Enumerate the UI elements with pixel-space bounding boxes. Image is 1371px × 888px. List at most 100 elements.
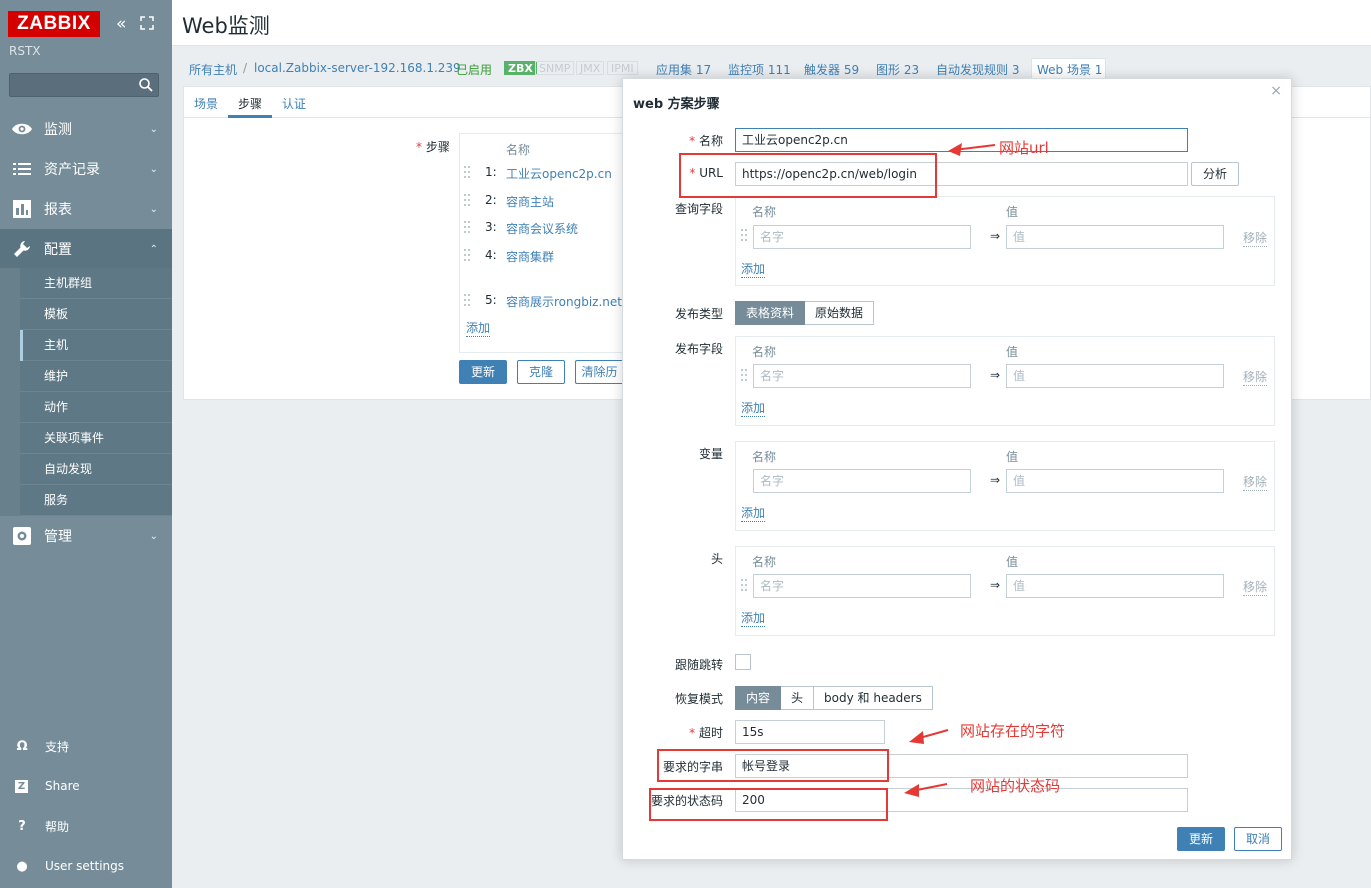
query-name-input[interactable]: 名字 (753, 225, 971, 249)
follow-redirects-checkbox[interactable] (735, 654, 751, 670)
clear-history-button[interactable]: 清除历 (575, 360, 623, 384)
menu-inventory[interactable]: 资产记录 ⌄ (0, 149, 172, 189)
dialog-update-button[interactable]: 更新 (1177, 827, 1225, 851)
step-number: 5: (485, 293, 497, 307)
header-name-input[interactable]: 名字 (753, 574, 971, 598)
drag-handle-icon[interactable] (741, 229, 749, 245)
chevron-up-icon: ⌃ (149, 243, 158, 255)
variable-name-input[interactable]: 名字 (753, 469, 971, 493)
required-string-highlight-box (657, 749, 889, 782)
query-remove-button[interactable]: 移除 (1243, 229, 1268, 247)
submenu-services[interactable]: 服务 (20, 485, 172, 516)
step-link[interactable]: 工业云openc2p.cn (506, 165, 612, 182)
nav-applications[interactable]: 应用集 17 (656, 61, 711, 78)
step-number: 3: (485, 220, 497, 234)
timeout-label-text: 超时 (698, 726, 723, 740)
nav-graphs[interactable]: 图形 23 (876, 61, 919, 78)
retrieve-mode-headers[interactable]: 头 (781, 686, 815, 710)
variable-value-header: 值 (1006, 450, 1019, 464)
headset-icon: Ω (16, 738, 28, 754)
menu-configuration[interactable]: 配置 ⌃ (0, 229, 172, 269)
collapse-sidebar-icon[interactable]: « (116, 14, 126, 34)
menu-monitoring[interactable]: 监测 ⌄ (0, 109, 172, 149)
breadcrumb-all-hosts[interactable]: 所有主机 (189, 61, 237, 78)
drag-handle-icon[interactable] (464, 166, 472, 182)
post-type-raw-data[interactable]: 原始数据 (805, 301, 875, 325)
drag-handle-icon[interactable] (464, 194, 472, 210)
post-remove-button[interactable]: 移除 (1243, 368, 1268, 386)
submenu-actions[interactable]: 动作 (20, 392, 172, 423)
add-step-link[interactable]: 添加 (466, 319, 491, 337)
update-button[interactable]: 更新 (459, 360, 507, 384)
user-icon: ● (16, 858, 28, 874)
submenu-correlation[interactable]: 关联项事件 (20, 423, 172, 454)
menu-reports[interactable]: 报表 ⌄ (0, 189, 172, 229)
user-settings-link[interactable]: ● User settings (0, 846, 172, 886)
help-link[interactable]: ? 帮助 (0, 806, 172, 846)
submenu-host-groups[interactable]: 主机群组 (20, 268, 172, 299)
nav-triggers[interactable]: 触发器 59 (804, 61, 859, 78)
submenu-maintenance[interactable]: 维护 (20, 361, 172, 392)
parse-button[interactable]: 分析 (1191, 162, 1239, 186)
chevron-down-icon: ⌄ (149, 163, 158, 175)
step-link[interactable]: 容商会议系统 (506, 220, 578, 237)
post-value-placeholder: 值 (1013, 369, 1026, 383)
post-name-placeholder: 名字 (760, 369, 785, 383)
chevron-down-icon: ⌄ (149, 123, 158, 135)
search-input[interactable] (9, 73, 159, 97)
post-type-form-data[interactable]: 表格资料 (735, 301, 806, 325)
post-add-button[interactable]: 添加 (741, 399, 766, 417)
submenu-templates[interactable]: 模板 (20, 299, 172, 330)
variable-value-input[interactable]: 值 (1006, 469, 1224, 493)
variable-remove-button[interactable]: 移除 (1243, 473, 1268, 491)
sidebar: ZABBIX « RSTX 监测 ⌄ 资产记录 ⌄ 报表 ⌄ 配置 ⌃ 主机群组… (0, 0, 172, 888)
kiosk-mode-icon[interactable] (140, 16, 154, 30)
support-label: 支持 (45, 739, 70, 754)
search-icon[interactable] (138, 77, 154, 93)
drag-handle-icon[interactable] (741, 369, 749, 385)
timeout-field[interactable]: 15s (735, 720, 885, 744)
support-link[interactable]: Ω 支持 (0, 726, 172, 766)
tab-authentication[interactable]: 认证 (282, 95, 306, 112)
host-status[interactable]: 已启用 (456, 61, 492, 78)
tab-steps[interactable]: 步骤 (238, 95, 262, 112)
arrow-icon: ⇒ (990, 473, 1001, 487)
nav-items[interactable]: 监控项 111 (728, 61, 791, 78)
menu-administration[interactable]: 管理 ⌄ (0, 516, 172, 556)
query-add-button[interactable]: 添加 (741, 260, 766, 278)
breadcrumb-host[interactable]: local.Zabbix-server-192.168.1.239 (254, 61, 461, 75)
submenu-hosts[interactable]: 主机 (20, 330, 172, 361)
step-link[interactable]: 容商主站 (506, 193, 554, 210)
header-name-placeholder: 名字 (760, 579, 785, 593)
header-remove-button[interactable]: 移除 (1243, 578, 1268, 596)
logo-row: ZABBIX « (8, 11, 164, 37)
close-icon[interactable]: × (1270, 83, 1282, 99)
retrieve-mode-both[interactable]: body 和 headers (814, 686, 933, 710)
nav-discovery-rules[interactable]: 自动发现规则 3 (936, 61, 1019, 78)
drag-handle-icon[interactable] (741, 579, 749, 595)
drag-handle-icon[interactable] (464, 249, 472, 265)
clone-button[interactable]: 克隆 (517, 360, 565, 384)
nav-web-scenarios[interactable]: Web 场景 1 (1037, 61, 1102, 78)
query-value-placeholder: 值 (1013, 230, 1026, 244)
step-link[interactable]: 容商展示rongbiz.net (506, 293, 622, 310)
submenu-discovery[interactable]: 自动发现 (20, 454, 172, 485)
step-link[interactable]: 容商集群 (506, 248, 554, 265)
retrieve-mode-body[interactable]: 内容 (735, 686, 782, 710)
share-link[interactable]: Z Share (0, 766, 172, 806)
variable-add-button[interactable]: 添加 (741, 504, 766, 522)
drag-handle-icon[interactable] (464, 221, 472, 237)
arrow-icon: ⇒ (990, 368, 1001, 382)
post-value-input[interactable]: 值 (1006, 364, 1224, 388)
drag-handle-icon[interactable] (464, 294, 472, 310)
tab-underline (228, 115, 272, 118)
header-value-placeholder: 值 (1013, 579, 1026, 593)
tab-scenario[interactable]: 场景 (194, 95, 218, 112)
post-name-input[interactable]: 名字 (753, 364, 971, 388)
header-add-button[interactable]: 添加 (741, 609, 766, 627)
zabbix-logo[interactable]: ZABBIX (8, 11, 100, 37)
header-value-input[interactable]: 值 (1006, 574, 1224, 598)
query-value-header: 值 (1006, 205, 1019, 219)
dialog-cancel-button[interactable]: 取消 (1234, 827, 1282, 851)
query-value-input[interactable]: 值 (1006, 225, 1224, 249)
